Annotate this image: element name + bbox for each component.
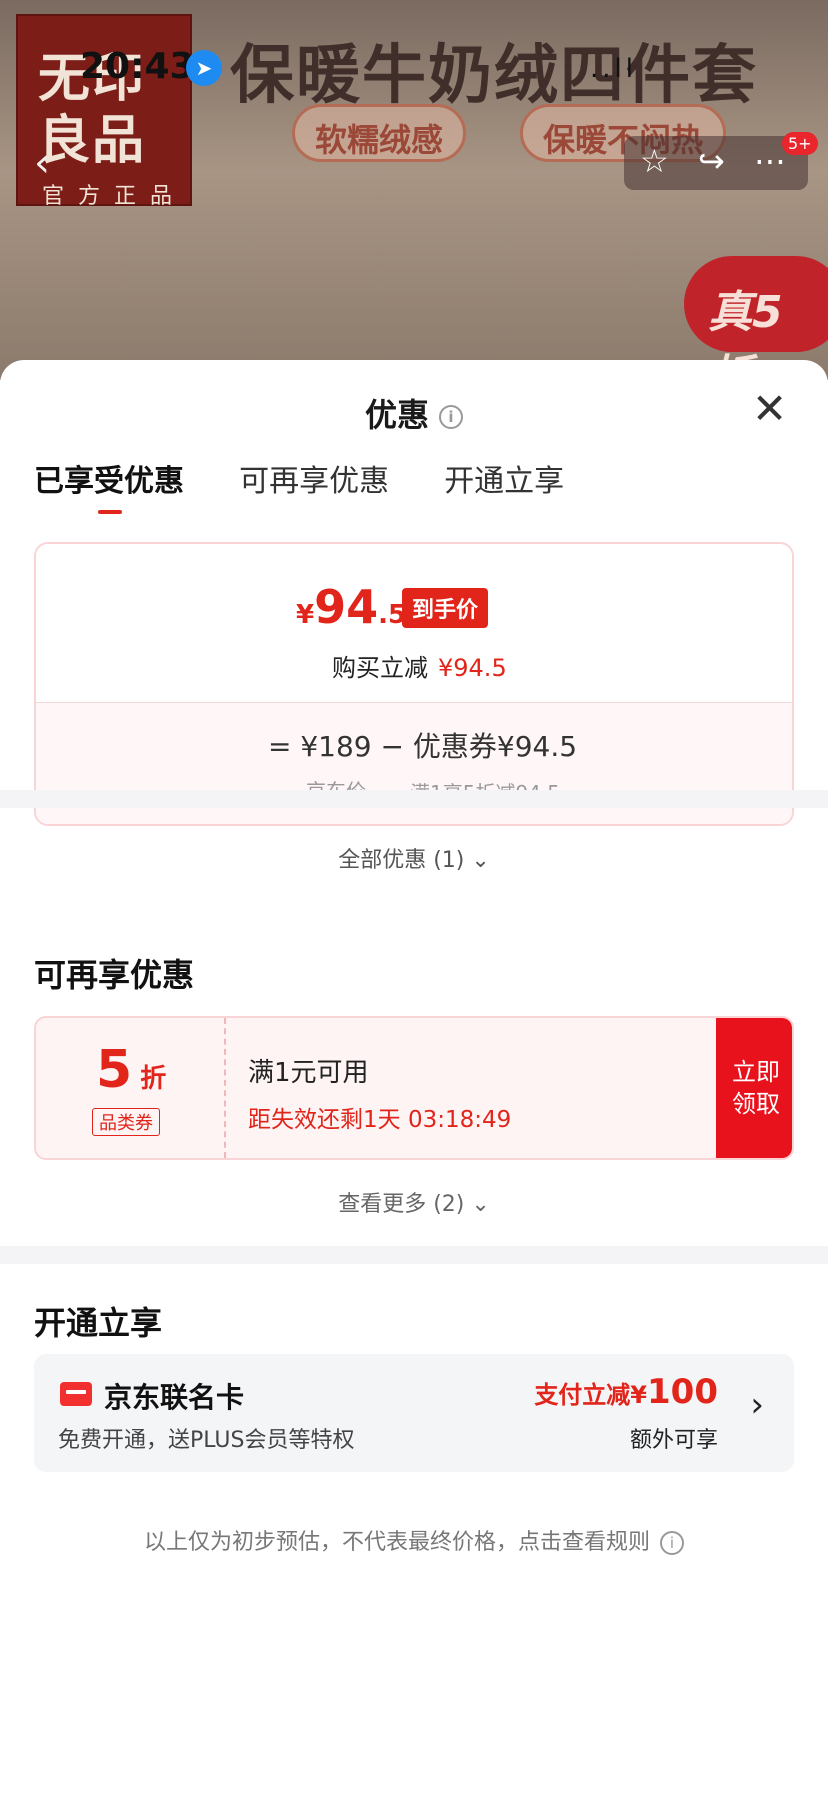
sheet-title: 优惠 i <box>0 390 828 436</box>
claim-line2: 领取 <box>732 1090 780 1118</box>
logo-line3: 官方正品 <box>42 184 187 209</box>
info-icon[interactable]: i <box>660 1531 684 1555</box>
discount-badge: 真5折 <box>684 256 828 380</box>
coupon-card: 5折 品类券 满1元可用 距失效还剩1天 03:18:49 立即 领取 <box>34 1016 794 1160</box>
jd-card-promo: 支付立减¥100 <box>534 1372 718 1412</box>
promo-label: 支付立减¥ <box>534 1381 648 1409</box>
claim-line1: 立即 <box>732 1058 780 1086</box>
chevron-right-icon[interactable]: › <box>750 1388 764 1422</box>
jd-card-name: 京东联名卡 <box>104 1381 245 1414</box>
claim-coupon-button[interactable]: 立即 领取 <box>716 1018 792 1158</box>
tab-available[interactable]: 可再享优惠 <box>239 456 389 500</box>
coupon-value: 5折 <box>96 1040 166 1100</box>
jd-card-extra: 额外可享 <box>629 1428 718 1453</box>
favorite-star-icon[interactable]: ☆ <box>640 142 669 180</box>
coupon-timer: 距失效还剩1天 03:18:49 <box>248 1107 512 1133</box>
price-formula: = ¥189 − 优惠券¥94.5 <box>268 730 578 763</box>
disclaimer[interactable]: 以上仅为初步预估，不代表最终价格，点击查看规则 i <box>0 1524 828 1556</box>
signal-icon: ..ll <box>590 54 637 84</box>
product-nav-actions: ☆ ↪ ⋯ <box>624 136 808 190</box>
buy-discount-text: 购买立减 <box>332 654 428 682</box>
status-time: 20:43 <box>80 46 195 87</box>
share-icon[interactable]: ↪ <box>698 142 725 180</box>
buy-discount-amount: ¥94.5 <box>438 654 507 682</box>
coupon-value-area: 5折 品类券 <box>36 1018 226 1158</box>
final-price: ¥94.5 <box>296 580 406 634</box>
price-breakdown-card: ¥94.5 到手价 购买立减¥94.5 = ¥189 − 优惠券¥94.5 京东… <box>34 542 794 826</box>
price-currency: ¥ <box>296 600 315 630</box>
credit-card-icon <box>60 1382 92 1406</box>
see-more-toggle[interactable]: 查看更多 (2) ⌄ <box>0 1186 828 1218</box>
tab-activate[interactable]: 开通立享 <box>444 456 564 500</box>
notification-badge: 5+ <box>782 132 818 155</box>
section-divider <box>0 790 828 808</box>
coupon-type-tag: 品类券 <box>92 1108 160 1136</box>
buy-discount-line: 购买立减 ¥94.5 <box>332 648 507 683</box>
section-available-title: 可再享优惠 <box>34 956 195 994</box>
coupon-condition: 满1元可用 <box>248 1058 369 1088</box>
final-price-label: 到手价 <box>402 588 489 628</box>
coupon-number: 5 <box>96 1040 133 1100</box>
coupon-unit: 折 <box>140 1064 167 1094</box>
all-discounts-toggle[interactable]: 全部优惠 (1) ⌄ <box>0 842 828 874</box>
sheet-title-text: 优惠 <box>364 396 429 434</box>
section-activate-title: 开通立享 <box>34 1304 163 1342</box>
jd-card-offer[interactable]: 京东联名卡 免费开通，送PLUS会员等特权 支付立减¥100 额外可享 › <box>34 1354 794 1472</box>
promo-amount: 100 <box>647 1372 718 1412</box>
close-icon[interactable]: ✕ <box>752 388 787 430</box>
status-bar: 20:43 ➤ ..ll <box>0 0 828 120</box>
more-icon[interactable]: ⋯ <box>754 142 786 180</box>
discount-tabs: 已享受优惠 可再享优惠 开通立享 <box>34 456 614 516</box>
info-icon[interactable]: i <box>439 405 463 429</box>
location-arrow-icon: ➤ <box>186 50 222 86</box>
section-divider-2 <box>0 1246 828 1264</box>
back-arrow-icon[interactable]: ‹ <box>34 140 50 186</box>
tab-enjoyed[interactable]: 已享受优惠 <box>34 456 184 514</box>
jd-card-desc: 免费开通，送PLUS会员等特权 <box>58 1428 355 1453</box>
final-price-area: ¥94.5 到手价 购买立减 ¥94.5 <box>36 544 792 702</box>
price-integer: 94 <box>314 580 379 634</box>
disclaimer-text: 以上仅为初步预估，不代表最终价格，点击查看规则 <box>143 1530 650 1555</box>
